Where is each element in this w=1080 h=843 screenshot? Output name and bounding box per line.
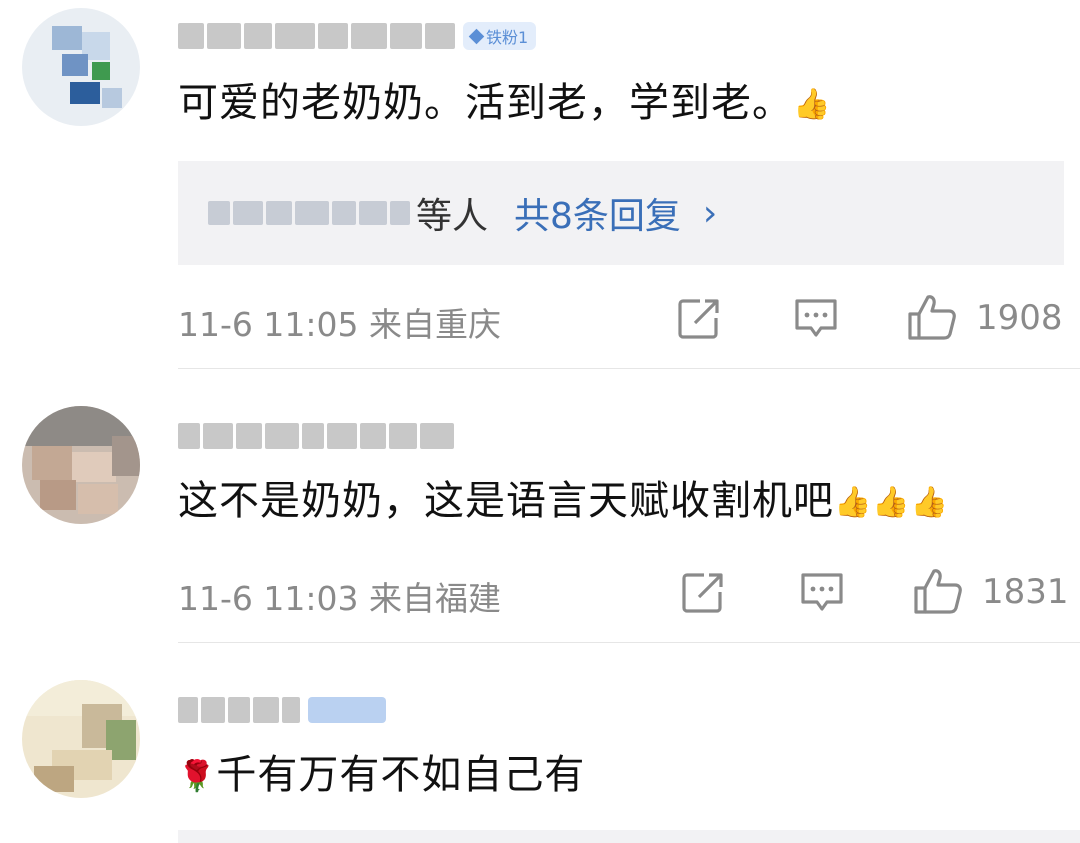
divider <box>178 368 1080 369</box>
like-count: 1831 <box>982 572 1069 612</box>
comment-text: 这不是奶奶，这是语言天赋收割机吧👍👍👍 <box>178 474 949 530</box>
comment-body: 这不是奶奶，这是语言天赋收割机吧 <box>178 478 834 524</box>
avatar[interactable] <box>22 406 140 524</box>
comment-body: 可爱的老奶奶。活到老，学到老。 <box>178 80 793 126</box>
comment-meta: 11-6 11:05 来自重庆 <box>178 305 501 344</box>
username-row <box>178 416 454 456</box>
reply-who: 等人 <box>416 196 489 237</box>
thumbs-up-icon <box>914 569 962 614</box>
share-button[interactable] <box>676 296 722 342</box>
comment-text: 可爱的老奶奶。活到老，学到老。👍 <box>178 76 831 132</box>
fan-badge-label: 铁粉1 <box>486 28 529 47</box>
comment-icon <box>795 299 837 337</box>
thumbs-up-emoji: 👍👍👍 <box>834 485 950 520</box>
thumbs-up-icon <box>908 295 956 340</box>
comment-meta: 11-6 11:03 来自福建 <box>178 579 501 618</box>
avatar[interactable] <box>22 680 140 798</box>
username-blurred[interactable] <box>178 418 454 454</box>
username-row: 铁粉1 <box>178 16 537 56</box>
share-icon <box>682 573 723 613</box>
comment-button[interactable] <box>792 296 840 342</box>
fan-badge[interactable]: 铁粉1 <box>463 22 537 50</box>
comment-text: 🌹千有万有不如自己有 <box>178 748 585 804</box>
divider <box>178 642 1080 643</box>
like-count: 1908 <box>976 298 1063 338</box>
replier-names-blurred <box>208 201 410 225</box>
username-blurred[interactable] <box>178 18 455 54</box>
avatar[interactable] <box>22 8 140 126</box>
reply-preview[interactable]: 等人 共8条回复 › <box>178 161 1064 265</box>
like-button[interactable] <box>912 566 964 616</box>
username-row <box>178 690 386 730</box>
chevron-right-icon: › <box>702 192 718 234</box>
like-button[interactable] <box>906 292 958 342</box>
comment-button[interactable] <box>798 570 846 616</box>
share-icon <box>678 299 719 339</box>
badge-blurred[interactable] <box>308 697 386 723</box>
reply-preview-partial[interactable] <box>178 830 1080 843</box>
comment-body: 千有万有不如自己有 <box>216 752 586 798</box>
diamond-icon <box>468 28 485 44</box>
thumbs-up-emoji: 👍 <box>793 87 832 122</box>
comment-icon <box>801 573 843 611</box>
rose-emoji: 🌹 <box>178 759 217 794</box>
reply-count-link[interactable]: 共8条回复 <box>514 187 681 239</box>
username-blurred[interactable] <box>178 692 300 728</box>
share-button[interactable] <box>680 570 726 616</box>
